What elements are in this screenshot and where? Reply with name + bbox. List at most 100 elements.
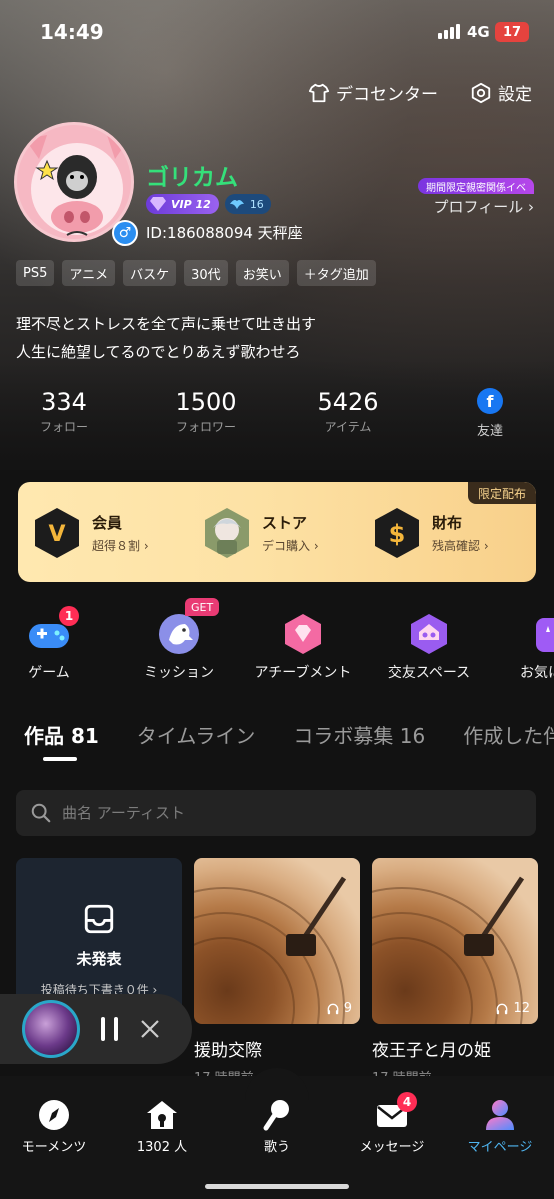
tag-comedy[interactable]: お笑い bbox=[235, 260, 289, 286]
interest-tags: PS5 アニメ バスケ 30代 お笑い ＋タグ追加 bbox=[16, 260, 376, 286]
nav-my-page[interactable]: マイページ bbox=[450, 1098, 550, 1155]
nav-messages[interactable]: 4 メッセージ bbox=[342, 1092, 442, 1155]
follow-count: 334 bbox=[41, 388, 87, 416]
tab-created[interactable]: 作成した伴 bbox=[463, 720, 554, 749]
bio-line: 理不尽とストレスを全て声に乗せて吐き出す bbox=[16, 315, 317, 333]
dollar-hex-icon: $ bbox=[372, 506, 422, 560]
game-notification-badge: 1 bbox=[59, 606, 79, 626]
search-input[interactable] bbox=[62, 804, 502, 822]
tag-anime[interactable]: アニメ bbox=[62, 260, 116, 286]
status-bar: 14:49 4G 17 bbox=[0, 18, 554, 48]
feature-mission[interactable]: GET ミッション bbox=[124, 598, 234, 682]
nav-label: モーメンツ bbox=[21, 1140, 87, 1155]
bird-mission-icon: GET bbox=[155, 598, 220, 658]
nav-label: 歌う bbox=[263, 1140, 290, 1155]
close-icon[interactable] bbox=[140, 1019, 160, 1039]
tag-ps5[interactable]: PS5 bbox=[16, 260, 55, 286]
level-value: 16 bbox=[249, 197, 264, 211]
gender-male-icon: ♂ bbox=[112, 220, 138, 246]
nav-moments[interactable]: モーメンツ bbox=[4, 1098, 104, 1155]
now-playing-cover[interactable] bbox=[22, 1000, 80, 1058]
star-favorites-icon bbox=[534, 610, 554, 658]
svg-text:V: V bbox=[48, 522, 65, 547]
avatar[interactable]: ♂ bbox=[14, 122, 138, 246]
gender-symbol: ♂ bbox=[118, 225, 132, 241]
follow-stat[interactable]: 334 フォロー bbox=[4, 388, 124, 435]
event-promo-tag[interactable]: 期間限定親密関係イベ bbox=[418, 178, 534, 194]
feature-favorites[interactable]: お気に bbox=[498, 610, 554, 682]
store-button[interactable]: ストア デコ購入 › bbox=[202, 506, 319, 560]
friends-button[interactable]: f 友達 bbox=[465, 388, 515, 439]
profile-link[interactable]: プロフィール › bbox=[434, 196, 534, 217]
settings-icon bbox=[471, 82, 491, 103]
battery-level: 17 bbox=[502, 24, 522, 40]
follower-count: 1500 bbox=[175, 388, 237, 416]
follower-stat[interactable]: 1500 フォロワー bbox=[146, 388, 266, 435]
network-label: 4G bbox=[467, 23, 490, 41]
nav-sing[interactable]: 歌う bbox=[227, 1098, 327, 1155]
tab-timeline[interactable]: タイムライン bbox=[137, 720, 256, 749]
bio: 理不尽とストレスを全て声に乗せて吐き出す 人生に絶望してるのでとりあえず歌わせろ bbox=[16, 310, 316, 366]
headphones-icon bbox=[497, 1003, 508, 1014]
work-thumbnail: 9 bbox=[194, 858, 360, 1024]
turntable-image-icon bbox=[194, 876, 347, 1024]
feature-social-space[interactable]: 交友スペース bbox=[374, 610, 484, 682]
active-tab-indicator bbox=[43, 757, 77, 761]
svg-text:$: $ bbox=[389, 520, 406, 548]
work-title: 援助交際 bbox=[194, 1041, 262, 1061]
add-tag-button[interactable]: ＋タグ追加 bbox=[296, 260, 376, 286]
items-stat[interactable]: 5426 アイテム bbox=[288, 388, 408, 435]
house-icon bbox=[145, 1098, 179, 1132]
member-button[interactable]: V 会員 超得８割 › bbox=[32, 506, 149, 560]
feature-label: ミッション bbox=[144, 665, 214, 681]
feature-achievement[interactable]: アチーブメント bbox=[248, 610, 358, 682]
vip-label: VIP 12 bbox=[171, 197, 211, 211]
limited-badge: 限定配布 bbox=[467, 482, 536, 504]
work-card[interactable]: 12 夜王子と月の姫 17 時間前 bbox=[372, 858, 538, 1086]
pause-icon[interactable] bbox=[98, 1015, 122, 1043]
content-tabs: 作品 81 タイムライン コラボ募集 16 作成した伴 bbox=[24, 720, 554, 749]
user-id: ID:186088094 天秤座 bbox=[146, 224, 303, 242]
battery-icon: 17 bbox=[495, 22, 529, 42]
deco-center-button[interactable]: デコセンター bbox=[308, 80, 438, 105]
member-sub: 超得８割 › bbox=[92, 539, 149, 553]
username: ゴリカム bbox=[146, 165, 238, 191]
tab-works[interactable]: 作品 81 bbox=[24, 720, 99, 749]
settings-label: 設定 bbox=[498, 85, 532, 105]
tab-collab[interactable]: コラボ募集 16 bbox=[293, 720, 425, 749]
facebook-icon: f bbox=[477, 388, 503, 414]
work-title: 夜王子と月の姫 bbox=[372, 1041, 491, 1061]
compass-icon bbox=[37, 1098, 71, 1132]
level-badge[interactable]: 16 bbox=[224, 194, 271, 214]
status-time: 14:49 bbox=[40, 20, 104, 44]
search-icon bbox=[31, 803, 51, 823]
works-search bbox=[16, 790, 536, 836]
nav-label: マイページ bbox=[467, 1140, 533, 1155]
signal-icon bbox=[438, 24, 460, 39]
work-card[interactable]: 9 援助交際 17 時間前 bbox=[194, 858, 360, 1086]
nav-label: メッセージ bbox=[359, 1140, 425, 1155]
bottom-navigation: モーメンツ 1302 人 歌う 4 メッセージ マイページ bbox=[0, 1068, 554, 1199]
store-sub: デコ購入 › bbox=[262, 539, 319, 553]
settings-button[interactable]: 設定 bbox=[470, 80, 532, 105]
feature-label: 交友スペース bbox=[387, 665, 471, 681]
user-badges: VIP 12 16 bbox=[146, 194, 271, 214]
top-actions: デコセンター 設定 bbox=[308, 80, 532, 105]
feature-label: アチーブメント bbox=[254, 665, 352, 681]
nav-rooms[interactable]: 1302 人 bbox=[112, 1098, 212, 1155]
follower-label: フォロワー bbox=[175, 420, 236, 434]
gamepad-icon: 1 bbox=[25, 606, 79, 658]
wallet-sub: 残高確認 › bbox=[432, 539, 489, 553]
envelope-icon: 4 bbox=[375, 1092, 417, 1132]
tag-basketball[interactable]: バスケ bbox=[123, 260, 177, 286]
friends-label: 友達 bbox=[476, 424, 503, 439]
vip-badge[interactable]: VIP 12 bbox=[146, 194, 219, 214]
turntable-image-icon bbox=[372, 876, 525, 1024]
user-profile-icon bbox=[483, 1098, 517, 1132]
wing-level-icon bbox=[229, 200, 244, 209]
get-badge: GET bbox=[185, 598, 220, 616]
tag-30s[interactable]: 30代 bbox=[184, 260, 228, 286]
tshirt-icon bbox=[308, 83, 330, 102]
wallet-button[interactable]: $ 財布 残高確認 › bbox=[372, 506, 489, 560]
feature-game[interactable]: 1 ゲーム bbox=[0, 606, 104, 682]
